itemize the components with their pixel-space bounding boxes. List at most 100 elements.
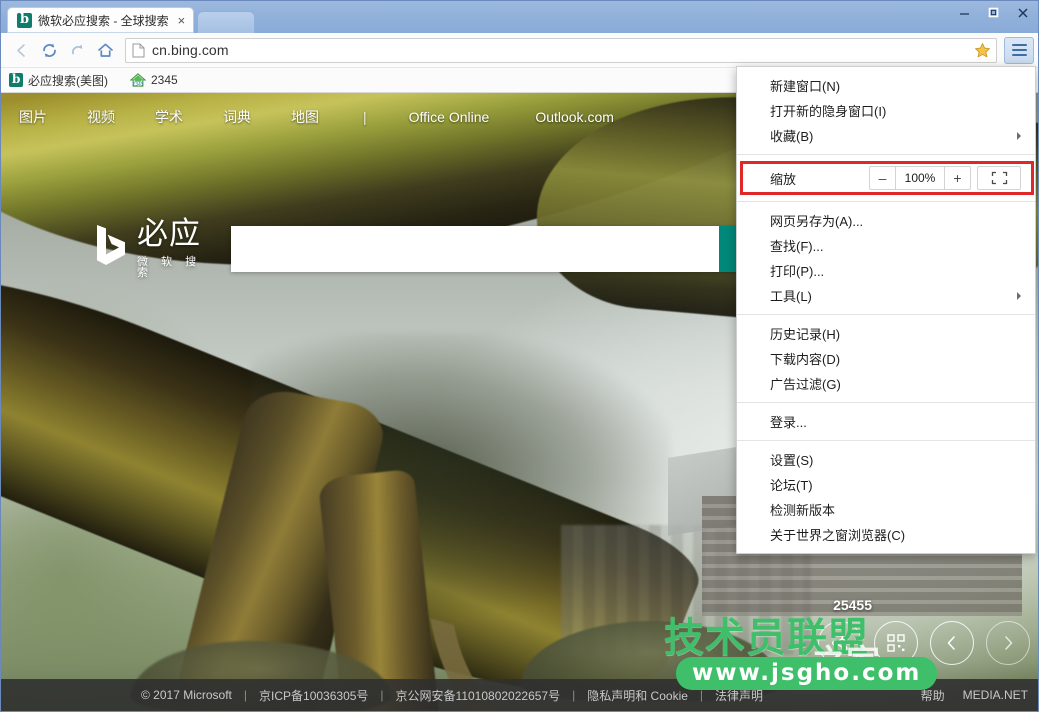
footer-separator: |: [572, 688, 576, 702]
reload-button[interactable]: [35, 36, 63, 64]
minimize-button[interactable]: [951, 3, 978, 22]
menu-item-label: 网页另存为(A)...: [770, 214, 864, 229]
menu-item-save-page-as[interactable]: 网页另存为(A)...: [737, 208, 1035, 233]
menu-item-label: 新建窗口(N): [770, 79, 841, 94]
menu-separator: [737, 402, 1035, 403]
nav-item-outlook[interactable]: Outlook.com: [535, 109, 614, 125]
previous-image-icon[interactable]: [930, 621, 974, 665]
qrcode-icon[interactable]: [874, 621, 918, 665]
bing-logo: 必应 微 软 搜 索: [95, 219, 205, 279]
menu-separator: [737, 314, 1035, 315]
footer-legal-link[interactable]: 法律声明: [715, 687, 763, 704]
browser-tab[interactable]: 微软必应搜索 - 全球搜索 ×: [7, 7, 195, 33]
fullscreen-button[interactable]: [977, 166, 1021, 190]
menu-item-label: 打开新的隐身窗口(I): [770, 104, 887, 119]
home-button[interactable]: [91, 36, 119, 64]
menu-item-label: 工具(L): [770, 289, 812, 304]
menu-item-label: 广告过滤(G): [770, 377, 841, 392]
2345-icon: 2345: [130, 73, 146, 87]
menu-item-label: 关于世界之窗浏览器(C): [770, 528, 906, 543]
bing-logo-subtitle: 微 软 搜 索: [137, 256, 202, 279]
menu-item-about[interactable]: 关于世界之窗浏览器(C): [737, 522, 1035, 547]
title-bar: 微软必应搜索 - 全球搜索 ×: [1, 1, 1038, 33]
svg-text:2345: 2345: [132, 81, 144, 87]
menu-item-label: 论坛(T): [770, 478, 813, 493]
menu-item-tools[interactable]: 工具(L): [737, 283, 1035, 308]
menu-item-favorites[interactable]: 收藏(B): [737, 123, 1035, 148]
bing-logo-text: 必应 微 软 搜 索: [137, 219, 205, 279]
footer-right-group: 帮助 MEDIA.NET: [921, 687, 1038, 704]
menu-item-label: 检测新版本: [770, 503, 836, 518]
footer-privacy-link[interactable]: 隐私声明和 Cookie: [587, 687, 688, 704]
close-button[interactable]: [1009, 3, 1036, 22]
page-footer: © 2017 Microsoft | 京ICP备10036305号 | 京公网安…: [1, 679, 1038, 711]
address-bar[interactable]: cn.bing.com: [125, 37, 997, 63]
menu-separator: [737, 440, 1035, 441]
window-controls: [951, 3, 1036, 22]
zoom-out-button[interactable]: –: [870, 167, 895, 189]
menu-item-forum[interactable]: 论坛(T): [737, 472, 1035, 497]
bing-icon: [9, 71, 23, 87]
footer-medianet-link[interactable]: MEDIA.NET: [963, 688, 1028, 702]
menu-item-downloads[interactable]: 下载内容(D): [737, 346, 1035, 371]
nav-item-academic[interactable]: 学术: [155, 107, 183, 127]
browser-menu-button[interactable]: [1004, 36, 1034, 64]
image-counter: 25455: [833, 597, 872, 613]
menu-item-label: 设置(S): [770, 453, 814, 468]
menu-item-label: 下载内容(D): [770, 352, 841, 367]
page-document-icon: [132, 43, 145, 58]
menu-separator: [737, 154, 1035, 155]
bookmark-item-bing[interactable]: 必应搜索(美图): [9, 71, 108, 89]
footer-icp-link[interactable]: 京ICP备10036305号: [259, 687, 368, 704]
menu-item-check-update[interactable]: 检测新版本: [737, 497, 1035, 522]
maximize-button[interactable]: [980, 3, 1007, 22]
forward-button[interactable]: [63, 36, 91, 64]
nav-item-videos[interactable]: 视频: [87, 107, 115, 127]
menu-item-label: 登录...: [770, 415, 807, 430]
bookmark-item-2345[interactable]: 2345 2345: [130, 73, 178, 87]
footer-separator: |: [699, 688, 704, 702]
nav-item-images[interactable]: 图片: [19, 107, 47, 127]
bookmark-label: 2345: [151, 73, 178, 87]
menu-item-find[interactable]: 查找(F)...: [737, 233, 1035, 258]
zoom-controls: – 100% +: [869, 166, 1021, 190]
nav-separator: |: [363, 109, 367, 125]
footer-help-link[interactable]: 帮助: [921, 687, 945, 704]
back-button[interactable]: [7, 36, 35, 64]
menu-item-sign-in[interactable]: 登录...: [737, 409, 1035, 434]
menu-item-label: 查找(F)...: [770, 239, 824, 254]
zoom-in-button[interactable]: +: [944, 167, 970, 189]
menu-item-ad-filter[interactable]: 广告过滤(G): [737, 371, 1035, 396]
bing-logo-name: 必应: [137, 216, 201, 252]
next-image-icon[interactable]: [986, 621, 1030, 665]
menu-item-print[interactable]: 打印(P)...: [737, 258, 1035, 283]
new-tab-button[interactable]: [197, 11, 256, 33]
browser-window: 微软必应搜索 - 全球搜索 ×: [0, 0, 1039, 712]
chevron-right-icon: [1017, 291, 1021, 300]
nav-item-maps[interactable]: 地图: [291, 107, 319, 127]
menu-icon-bar: [1011, 49, 1027, 51]
footer-separator: |: [380, 688, 384, 702]
menu-item-label: 历史记录(H): [770, 327, 841, 342]
footer-copyright: © 2017 Microsoft: [141, 688, 232, 702]
zoom-level-value: 100%: [895, 167, 944, 189]
browser-main-menu: 新建窗口(N) 打开新的隐身窗口(I) 收藏(B) 缩放 – 100% + 网页…: [736, 66, 1036, 554]
menu-item-new-window[interactable]: 新建窗口(N): [737, 73, 1035, 98]
nav-item-office-online[interactable]: Office Online: [409, 109, 490, 125]
menu-item-history[interactable]: 历史记录(H): [737, 321, 1035, 346]
homepage-controls: [818, 621, 1030, 665]
search-box: [231, 226, 771, 272]
tab-strip: 微软必应搜索 - 全球搜索 ×: [7, 5, 256, 33]
menu-item-settings[interactable]: 设置(S): [737, 447, 1035, 472]
footer-police-link[interactable]: 京公网安备11010802022657号: [396, 687, 561, 704]
share-icon[interactable]: [818, 621, 862, 665]
bookmark-star-icon[interactable]: [973, 42, 991, 60]
footer-separator: |: [243, 688, 248, 702]
menu-icon-bar: [1011, 44, 1027, 46]
menu-icon-bar: [1011, 54, 1027, 56]
nav-item-dictionary[interactable]: 词典: [223, 107, 251, 127]
tab-close-icon[interactable]: ×: [178, 14, 186, 27]
zoom-label: 缩放: [770, 171, 797, 187]
search-input[interactable]: [231, 226, 719, 272]
menu-item-new-incognito-window[interactable]: 打开新的隐身窗口(I): [737, 98, 1035, 123]
